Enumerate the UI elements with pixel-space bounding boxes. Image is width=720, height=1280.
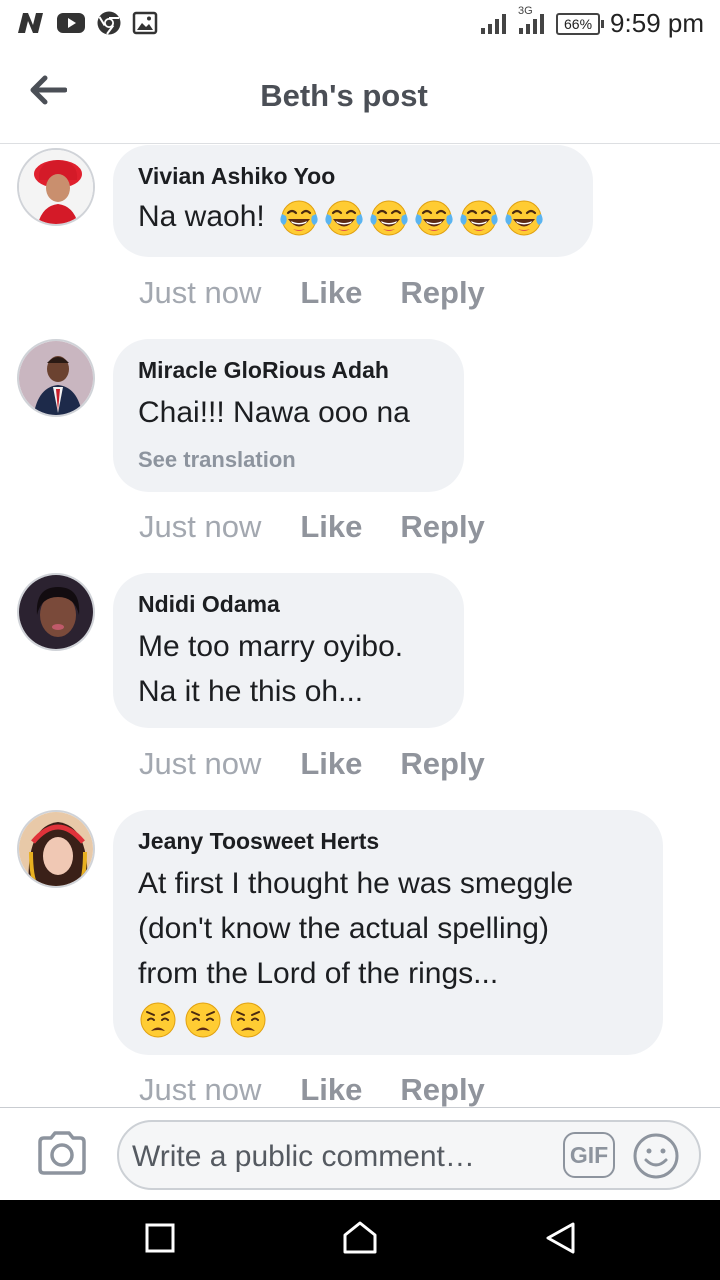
battery-indicator: 66% <box>556 12 605 35</box>
network-label: 3G <box>518 4 533 17</box>
comment-author[interactable]: Jeany Toosweet Herts <box>138 828 637 855</box>
comment-author[interactable]: Ndidi Odama <box>138 591 438 618</box>
comment-text-body: Na waoh! <box>138 200 265 233</box>
comment-actions: Just now Like Reply <box>139 746 523 782</box>
comment-composer: Write a public comment… GIF <box>0 1107 720 1200</box>
comment-text-line: Na it he this oh... <box>138 675 364 708</box>
like-button[interactable]: Like <box>300 746 362 782</box>
system-status: 3G 66% 9:59 pm <box>480 5 704 39</box>
tears-of-joy-emoji <box>325 200 363 236</box>
avatar[interactable] <box>17 573 95 651</box>
page-title: Beth's post <box>260 78 428 113</box>
notification-icons <box>16 10 158 36</box>
weary-face-emoji <box>185 1002 221 1038</box>
reply-button[interactable]: Reply <box>400 746 484 782</box>
weary-emoji-row <box>138 1000 268 1040</box>
system-navigation-bar <box>0 1200 720 1280</box>
chrome-icon <box>96 10 122 36</box>
reply-button[interactable]: Reply <box>400 275 484 311</box>
tears-of-joy-emoji <box>280 200 318 236</box>
back-icon <box>544 1221 576 1260</box>
comment-actions: Just now Like Reply <box>139 509 523 545</box>
camera-button[interactable] <box>36 1130 88 1178</box>
reply-button[interactable]: Reply <box>400 509 484 545</box>
smiley-icon <box>631 1133 681 1185</box>
comment-text: Na waoh! <box>138 194 567 239</box>
home-button[interactable] <box>340 1220 380 1260</box>
back-nav-button[interactable] <box>540 1220 580 1260</box>
comment-text-line: (don't know the actual spelling) <box>138 912 549 945</box>
comment-author[interactable]: Vivian Ashiko Yoo <box>138 163 567 190</box>
like-button[interactable]: Like <box>300 1072 362 1107</box>
comment-text-line: Me too marry oyibo. <box>138 630 404 663</box>
avatar[interactable] <box>17 339 95 417</box>
recents-button[interactable] <box>140 1220 180 1260</box>
camera-icon <box>36 1131 88 1180</box>
youtube-icon <box>56 12 86 34</box>
comment-bubble[interactable]: Vivian Ashiko Yoo Na waoh! <box>113 145 593 257</box>
comment-timestamp: Just now <box>139 275 262 310</box>
comment-text-line: At first I thought he was smeggle <box>138 867 574 900</box>
avatar[interactable] <box>17 148 95 226</box>
tears-of-joy-emoji <box>370 200 408 236</box>
gif-button[interactable]: GIF <box>563 1132 615 1178</box>
comment-timestamp: Just now <box>139 509 262 544</box>
recents-icon <box>144 1222 176 1259</box>
gallery-icon <box>132 11 158 35</box>
comment-timestamp: Just now <box>139 746 262 781</box>
comment-input-placeholder[interactable]: Write a public comment… <box>132 1140 475 1174</box>
like-button[interactable]: Like <box>300 509 362 545</box>
clock: 9:59 pm <box>610 8 704 38</box>
comment-input[interactable]: Write a public comment… GIF <box>117 1120 701 1190</box>
emoji-button[interactable] <box>631 1131 681 1181</box>
signal-3g-icon: 3G <box>518 5 546 35</box>
see-translation-link[interactable]: See translation <box>138 447 438 473</box>
comment-bubble[interactable]: Miracle GloRious Adah Chai!!! Nawa ooo n… <box>113 339 464 492</box>
post-header: Beth's post <box>0 48 720 144</box>
comment-author[interactable]: Miracle GloRious Adah <box>138 357 438 384</box>
laughing-emoji-row <box>279 198 544 238</box>
weary-face-emoji <box>230 1002 266 1038</box>
signal-icon <box>480 13 508 35</box>
avatar[interactable] <box>17 810 95 888</box>
comments-list: Vivian Ashiko Yoo Na waoh! Just now Like… <box>0 145 720 1107</box>
status-bar: 3G 66% 9:59 pm <box>0 0 720 48</box>
comment-bubble[interactable]: Jeany Toosweet Herts At first I thought … <box>113 810 663 1055</box>
like-button[interactable]: Like <box>300 275 362 311</box>
tears-of-joy-emoji <box>460 200 498 236</box>
comment-actions: Just now Like Reply <box>139 275 523 311</box>
comment-actions: Just now Like Reply <box>139 1072 523 1107</box>
comment-bubble[interactable]: Ndidi Odama Me too marry oyibo. Na it he… <box>113 573 464 728</box>
reply-button[interactable]: Reply <box>400 1072 484 1107</box>
comment-text-line: from the Lord of the rings... <box>138 957 499 990</box>
tears-of-joy-emoji <box>415 200 453 236</box>
tears-of-joy-emoji <box>505 200 543 236</box>
comment-text: Chai!!! Nawa ooo na <box>138 396 410 429</box>
comment-timestamp: Just now <box>139 1072 262 1107</box>
n-icon <box>16 11 46 35</box>
home-icon <box>342 1221 378 1260</box>
weary-face-emoji <box>140 1002 176 1038</box>
